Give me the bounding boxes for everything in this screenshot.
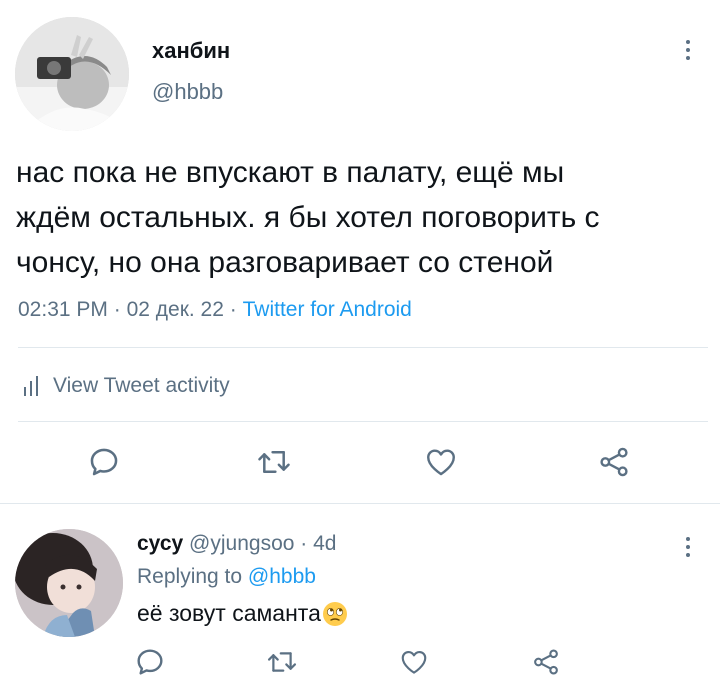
meta-separator: ·	[300, 532, 308, 555]
replying-to: Replying to @hbbb	[137, 565, 316, 589]
avatar[interactable]	[15, 17, 129, 131]
divider	[18, 347, 708, 348]
reply-icon	[137, 649, 163, 675]
divider	[0, 503, 720, 504]
tweet-date[interactable]: 02 дек. 22	[127, 298, 224, 321]
retweet-icon	[267, 652, 297, 672]
tweet-time[interactable]: 02:31 PM	[18, 298, 108, 321]
share-button[interactable]	[526, 644, 566, 680]
reply-display-name[interactable]: сусу	[137, 532, 183, 555]
reply-text-content: её зовут саманта	[137, 600, 321, 626]
heart-icon	[401, 650, 427, 674]
reply-age[interactable]: 4d	[313, 532, 336, 555]
meta-separator: ·	[113, 298, 121, 321]
reply-text: её зовут саманта	[137, 600, 348, 627]
like-button[interactable]	[394, 644, 434, 680]
tweet-text-line: нас пока не впускают в палату, ещё мы	[16, 156, 565, 189]
view-tweet-activity-link[interactable]: View Tweet activity	[23, 371, 230, 401]
reply-button[interactable]	[130, 644, 170, 680]
display-name[interactable]: ханбин	[152, 38, 230, 64]
like-button[interactable]	[420, 442, 462, 482]
avatar-photo	[15, 529, 123, 637]
more-options-icon[interactable]	[678, 35, 698, 65]
reply-header: сусу @yjungsoo · 4d	[137, 532, 336, 556]
analytics-icon	[24, 376, 38, 396]
retweet-button[interactable]	[262, 644, 302, 680]
replying-to-mention[interactable]: @hbbb	[248, 565, 316, 588]
more-options-icon[interactable]	[678, 532, 698, 562]
heart-icon	[427, 449, 455, 476]
reply-handle[interactable]: @yjungsoo	[189, 532, 294, 555]
tweet-source[interactable]: Twitter for Android	[243, 298, 412, 321]
reply-button[interactable]	[84, 442, 124, 482]
activity-label: View Tweet activity	[53, 374, 230, 397]
divider	[18, 421, 708, 422]
tweet-text-line: ждём остальных. я бы хотел поговорить с	[16, 201, 600, 234]
tweet-text: нас пока не впускают в палату, ещё мы жд…	[16, 150, 706, 285]
retweet-icon	[258, 451, 290, 473]
reply-icon	[90, 448, 118, 476]
tweet-text-line: чонсу, но она разговаривает со стеной	[16, 246, 554, 279]
tweet-detail: ханбин @hbbb нас пока не впускают в пала…	[0, 0, 720, 503]
user-handle[interactable]: @hbbb	[152, 79, 223, 105]
replying-to-prefix: Replying to	[137, 565, 243, 588]
meta-separator: ·	[229, 298, 237, 321]
retweet-button[interactable]	[252, 442, 296, 482]
reply-avatar[interactable]	[15, 529, 123, 637]
share-icon	[600, 447, 628, 477]
face-with-rolling-eyes-icon	[322, 601, 347, 626]
tweet-meta: 02:31 PM · 02 дек. 22 · Twitter for Andr…	[18, 298, 412, 322]
avatar-photo	[15, 17, 129, 131]
share-icon	[534, 649, 558, 675]
share-button[interactable]	[594, 442, 634, 482]
